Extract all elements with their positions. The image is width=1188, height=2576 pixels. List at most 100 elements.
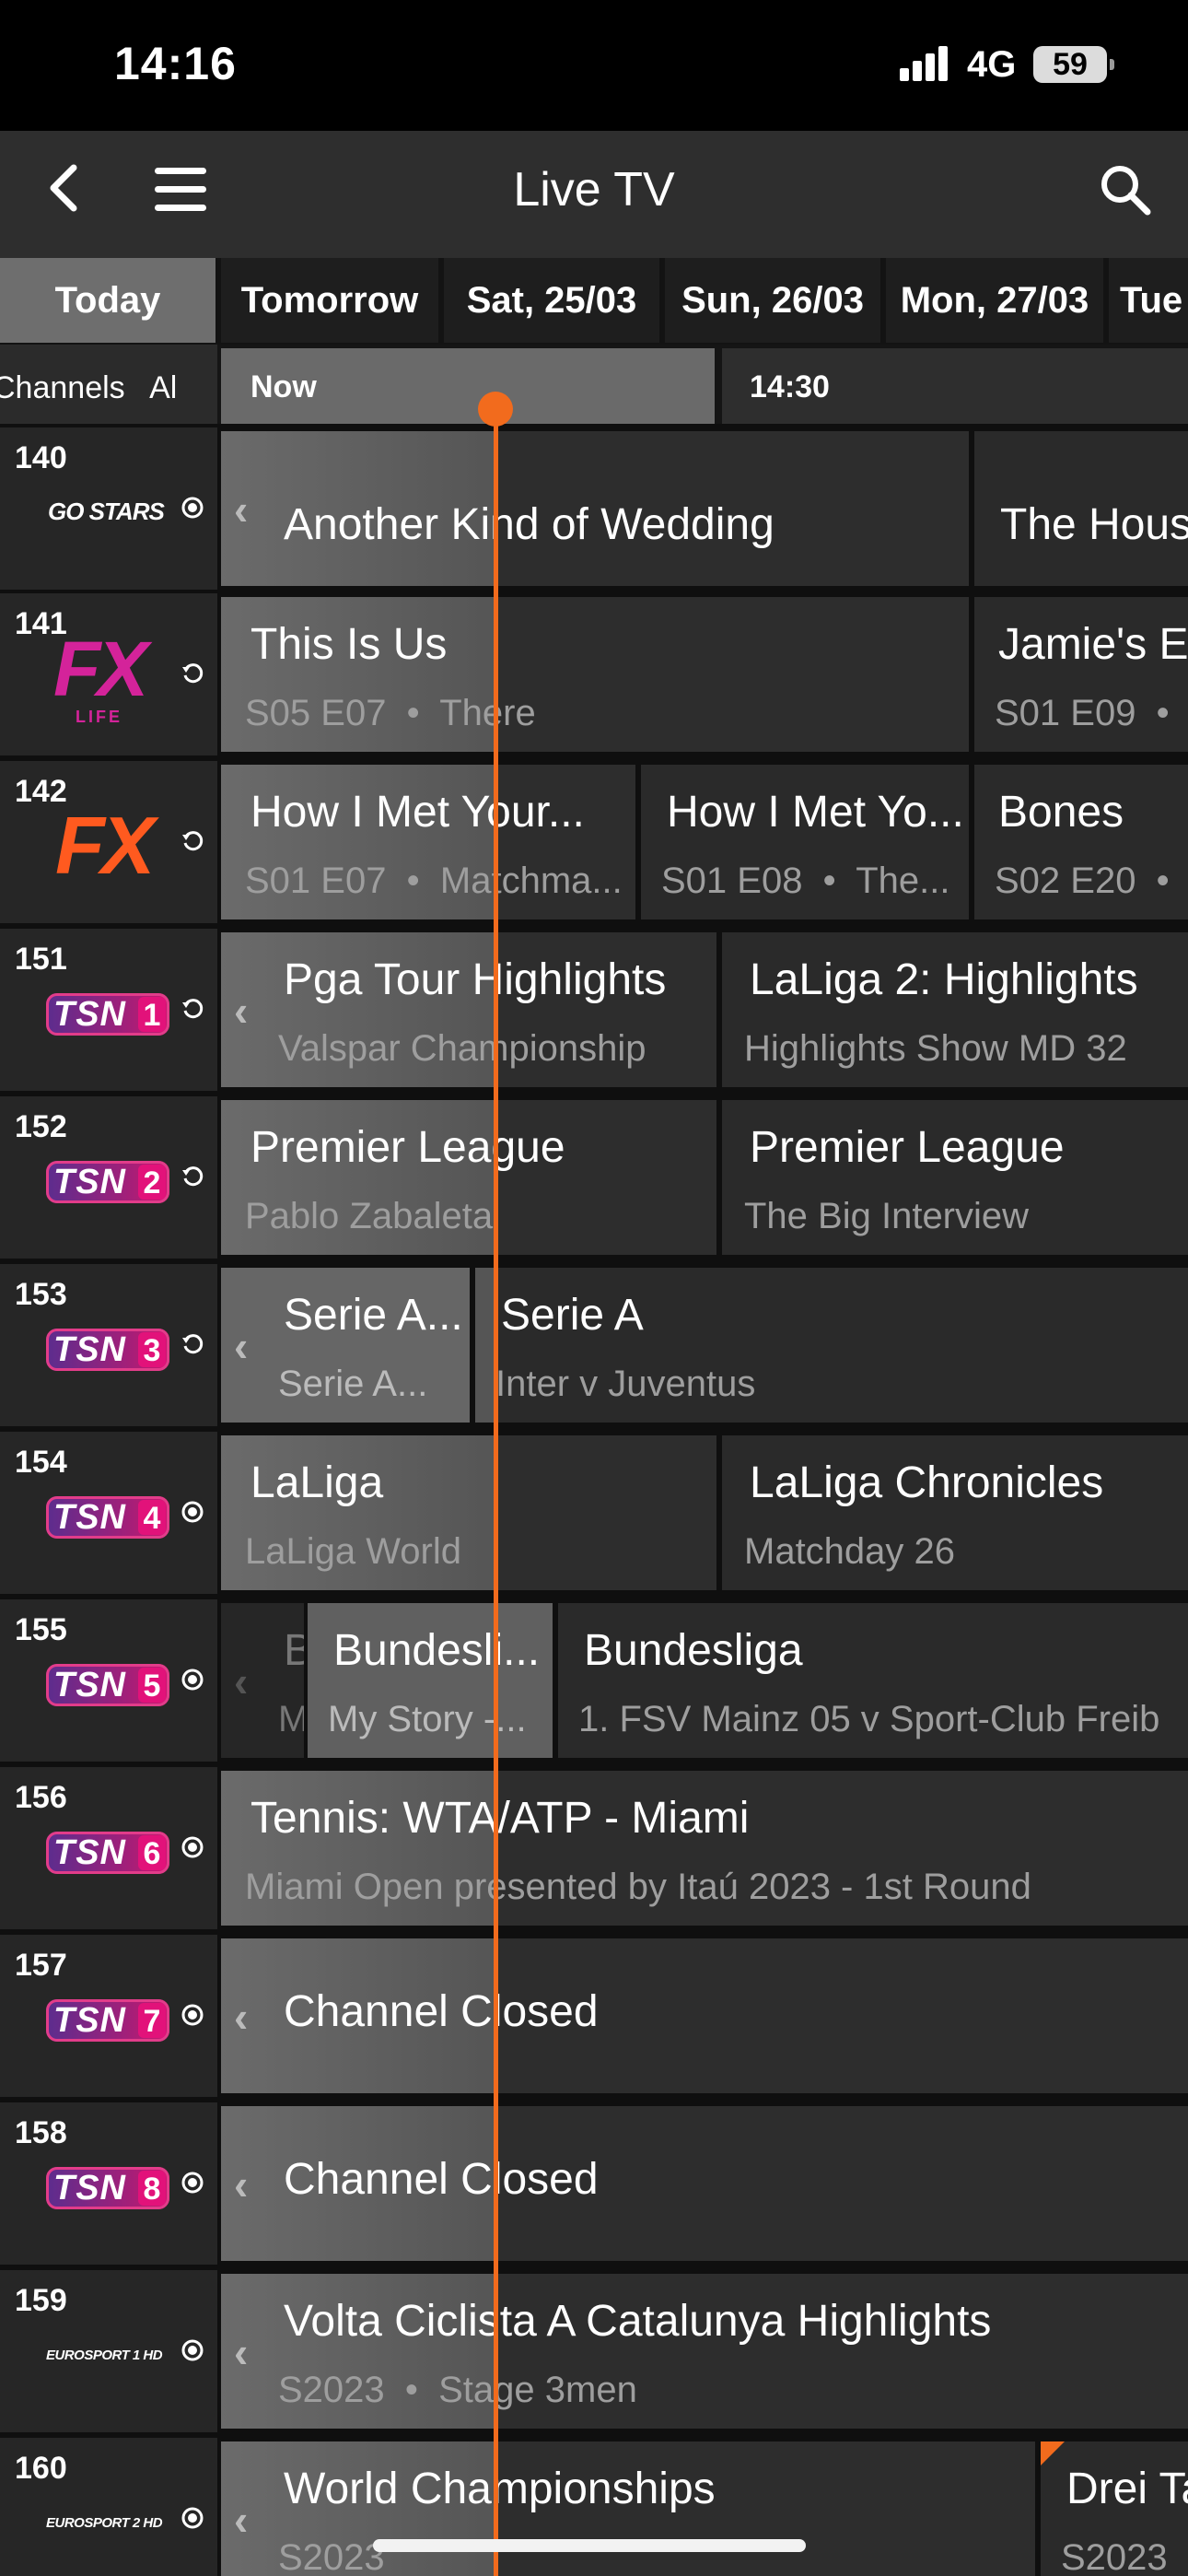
channel-cell[interactable]: 157 TSN 7 — [0, 1935, 217, 2097]
program-subtitle: Serie A... — [278, 1364, 428, 1404]
channel-number: 159 — [15, 2283, 67, 2318]
fx-life-logo: FX LIFE — [53, 626, 148, 726]
channel-cell[interactable]: 160 EUROSPORT 2 HD — [0, 2438, 217, 2576]
program-subtitle: S01 E09 • — [995, 693, 1170, 733]
program-subtitle: The Big Interview — [744, 1196, 1030, 1236]
program-cell[interactable]: Jamie's E S01 E09 • — [974, 597, 1188, 752]
channel-cell[interactable]: 155 TSN 5 — [0, 1599, 217, 1762]
channel-row: 156 TSN 6 Tennis: WTA/ATP - Miami Miami O… — [0, 1767, 1188, 1929]
program-cell[interactable]: ‹ B M — [221, 1603, 304, 1758]
program-title: World Championships — [284, 2465, 716, 2513]
status-bar: 14:16 4G 59 — [0, 0, 1188, 131]
program-title: Bones — [998, 788, 1124, 837]
now-time-handle[interactable] — [478, 392, 513, 427]
program-cell[interactable]: LaLiga Chronicles Matchday 26 — [722, 1435, 1188, 1590]
logo-text: EUROSPORT 2 HD — [46, 2515, 163, 2531]
program-subtitle: Valspar Championship — [278, 1028, 646, 1069]
date-tab-tue[interactable]: Tue — [1109, 258, 1188, 343]
program-cell[interactable]: Premier League Pablo Zabaleta — [221, 1100, 716, 1255]
channels-filter-label: Channels Al — [0, 370, 178, 405]
program-title: How I Met Yo... — [667, 788, 964, 837]
channel-cell[interactable]: 142 FX — [0, 761, 217, 923]
channel-cell[interactable]: 156 TSN 6 — [0, 1767, 217, 1929]
eurosport-2-logo: EUROSPORT 2 HD — [46, 2515, 163, 2531]
epg-grid: 140 GO STARS ‹ Another Kind of Wedding T… — [0, 427, 1188, 2576]
channel-number: 154 — [15, 1445, 67, 1480]
go-stars-logo: GO STARS — [48, 498, 165, 526]
program-title: Channel Closed — [284, 2155, 599, 2204]
channel-row: 153 TSN 3 ‹ Serie A... Serie A... Serie A… — [0, 1264, 1188, 1426]
replay-icon — [182, 663, 204, 684]
tsn-7-logo: TSN 7 — [46, 1999, 169, 2042]
date-tab-sat[interactable]: Sat, 25/03 — [444, 258, 659, 343]
program-subtitle: S2023 — [1061, 2537, 1168, 2576]
replay-icon — [182, 1166, 204, 1187]
battery-level: 59 — [1053, 47, 1088, 82]
status-time: 14:16 — [114, 38, 237, 89]
channel-row: 141 FX LIFE This Is Us S05 E07 • There J… — [0, 593, 1188, 755]
program-cell[interactable]: ‹ Channel Closed — [221, 1938, 1188, 2093]
tsn-1-logo: TSN 1 — [46, 993, 169, 1036]
tsn-6-logo: TSN 6 — [46, 1832, 169, 1874]
program-cell[interactable]: How I Met Your... S01 E07 • Matchma... — [221, 765, 635, 919]
program-cell[interactable]: Bones S02 E20 • — [974, 765, 1188, 919]
continued-arrow-icon: ‹ — [234, 2496, 249, 2544]
program-title: Another Kind of Wedding — [284, 500, 775, 549]
program-subtitle: S02 E20 • — [995, 861, 1170, 901]
date-tab-today[interactable]: Today — [0, 258, 215, 343]
channel-cell[interactable]: 152 TSN 2 — [0, 1096, 217, 1259]
program-title: Premier League — [250, 1123, 565, 1172]
date-tab-mon[interactable]: Mon, 27/03 — [886, 258, 1103, 343]
program-title: Premier League — [750, 1123, 1065, 1172]
program-title: Channel Closed — [284, 1987, 599, 2036]
program-cell[interactable]: Drei Ta S2023 — [1041, 2441, 1188, 2576]
channel-row: 154 TSN 4 LaLiga LaLiga World LaLiga Chro… — [0, 1432, 1188, 1594]
channel-cell[interactable]: 153 TSN 3 — [0, 1264, 217, 1426]
program-cell[interactable]: Serie A Inter v Juventus — [475, 1268, 1188, 1423]
channel-row: 158 TSN 8 ‹ Channel Closed — [0, 2102, 1188, 2265]
home-indicator[interactable] — [373, 2539, 806, 2552]
program-cell[interactable]: ‹ Serie A... Serie A... — [221, 1268, 470, 1423]
channel-cell[interactable]: 159 EUROSPORT 1 HD — [0, 2270, 217, 2432]
tsn-4-logo: TSN 4 — [46, 1496, 169, 1539]
channel-cell[interactable]: 140 GO STARS — [0, 427, 217, 590]
program-cell[interactable]: ‹ Another Kind of Wedding — [221, 431, 969, 586]
program-subtitle: S01 E08 • The... — [661, 861, 950, 901]
channel-cell[interactable]: 158 TSN 8 — [0, 2102, 217, 2265]
program-cell[interactable]: Bundesli... My Story -... — [308, 1603, 553, 1758]
replay-icon — [182, 831, 204, 851]
date-tab-sun[interactable]: Sun, 26/03 — [665, 258, 880, 343]
program-cell[interactable]: ‹ Pga Tour Highlights Valspar Championsh… — [221, 932, 716, 1087]
program-cell[interactable]: How I Met Yo... S01 E08 • The... — [641, 765, 969, 919]
replay-icon — [182, 999, 204, 1019]
program-subtitle: Miami Open presented by Itaú 2023 - 1st … — [245, 1867, 1031, 1907]
program-cell[interactable]: LaLiga LaLiga World — [221, 1435, 716, 1590]
search-icon[interactable] — [1096, 160, 1155, 219]
program-subtitle: Highlights Show MD 32 — [744, 1028, 1127, 1069]
program-title: Bundesliga — [584, 1626, 803, 1675]
live-icon — [181, 1501, 204, 1523]
channel-cell[interactable]: 151 TSN 1 — [0, 929, 217, 1091]
cellular-signal-icon — [900, 44, 955, 81]
channel-row: 159 EUROSPORT 1 HD ‹ Volta Ciclista A Ca… — [0, 2270, 1188, 2432]
channel-cell[interactable]: 154 TSN 4 — [0, 1432, 217, 1594]
channel-number: 151 — [15, 942, 67, 977]
program-cell[interactable]: The Hous — [974, 431, 1188, 586]
program-cell[interactable]: This Is Us S05 E07 • There — [221, 597, 969, 752]
program-cell[interactable]: LaLiga 2: Highlights Highlights Show MD … — [722, 932, 1188, 1087]
time-slot-1430[interactable]: 14:30 — [722, 348, 1188, 424]
channel-cell[interactable]: 141 FX LIFE — [0, 593, 217, 755]
channels-filter[interactable]: Channels Al — [0, 345, 217, 424]
program-cell[interactable]: ‹ Volta Ciclista A Catalunya Highlights … — [221, 2274, 1188, 2429]
corner-flag-icon — [1041, 2441, 1065, 2465]
program-cell[interactable]: ‹ World Championships S2023 — [221, 2441, 1035, 2576]
page-title: Live TV — [513, 163, 675, 217]
program-title: Bundesli... — [333, 1626, 541, 1675]
date-tab-tomorrow[interactable]: Tomorrow — [221, 258, 438, 343]
program-cell[interactable]: Tennis: WTA/ATP - Miami Miami Open prese… — [221, 1771, 1188, 1926]
program-cell[interactable]: Premier League The Big Interview — [722, 1100, 1188, 1255]
program-cell[interactable]: Bundesliga 1. FSV Mainz 05 v Sport-Club … — [558, 1603, 1188, 1758]
time-slot-now[interactable]: Now — [221, 348, 715, 424]
program-cell[interactable]: ‹ Channel Closed — [221, 2106, 1188, 2261]
live-icon — [181, 497, 204, 519]
